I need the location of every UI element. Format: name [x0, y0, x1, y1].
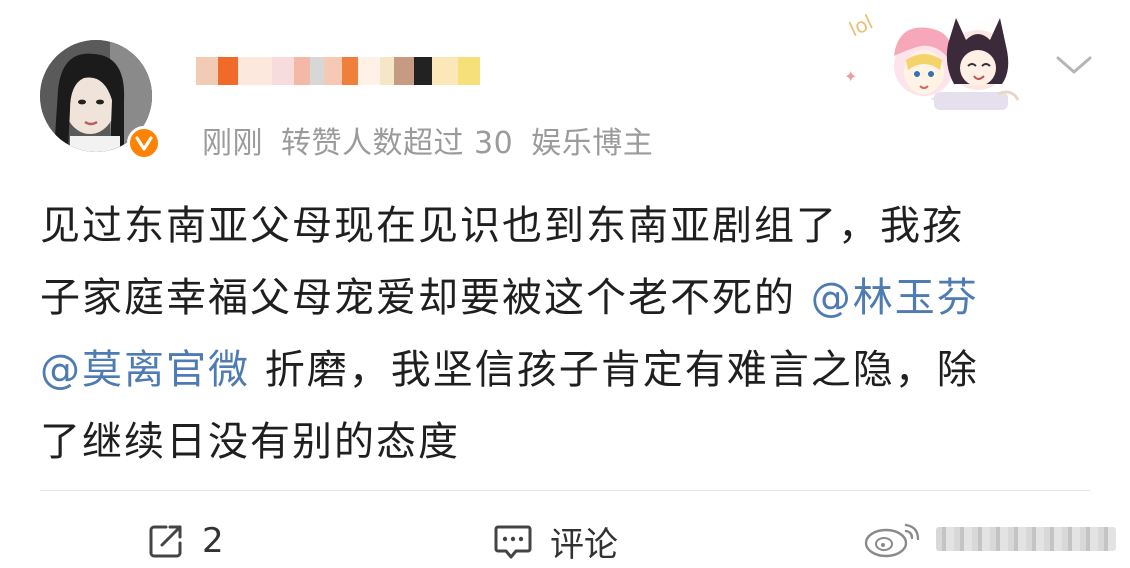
post-line: @莫离官微 折磨，我坚信孩子肯定有难言之隐，除 — [40, 334, 1100, 406]
post-line: 子家庭幸福父母宠爱却要被这个老不死的 @林玉芬 — [40, 262, 1100, 334]
share-icon — [149, 525, 182, 558]
post-line: 了继续日没有别的态度 — [40, 419, 460, 465]
user-tag: 娱乐博主 — [531, 126, 654, 161]
mention-link[interactable]: @林玉芬 — [811, 275, 979, 321]
svg-text:✦: ✦ — [844, 67, 857, 86]
chevron-down-icon[interactable] — [1052, 50, 1096, 80]
repost-note: 转赞人数超过 30 — [281, 126, 514, 161]
repost-count: 2 — [202, 521, 224, 561]
repost-button[interactable]: 2 — [146, 516, 224, 566]
post-content: 见过东南亚父母现在见识也到东南亚剧组了，我孩 子家庭幸福父母宠爱却要被这个老不死… — [40, 190, 1100, 478]
username-redacted[interactable] — [196, 54, 480, 88]
comment-label: 评论 — [550, 524, 618, 565]
comment-button[interactable]: 评论 — [492, 516, 618, 566]
weibo-logo-icon — [864, 523, 920, 558]
anime-sticker: lol ✦ ✧ — [844, 10, 1020, 110]
post-text-segment: 子家庭幸福父母宠爱却要被这个老不死的 — [40, 275, 811, 321]
comment-icon — [494, 525, 532, 559]
watermark-redacted — [936, 527, 1116, 551]
post-text-segment: 折磨，我坚信孩子肯定有难言之隐，除 — [250, 347, 979, 393]
post-time: 刚刚 — [202, 126, 263, 161]
post-line: 见过东南亚父母现在见识也到东南亚剧组了，我孩 — [40, 203, 964, 249]
svg-text:lol: lol — [845, 10, 876, 42]
post-meta: 刚刚 转赞人数超过 30 娱乐博主 — [202, 118, 671, 162]
verified-v-icon — [127, 126, 161, 160]
mention-link[interactable]: @莫离官微 — [40, 347, 250, 393]
weibo-watermark — [862, 516, 1122, 562]
divider — [40, 490, 1090, 491]
